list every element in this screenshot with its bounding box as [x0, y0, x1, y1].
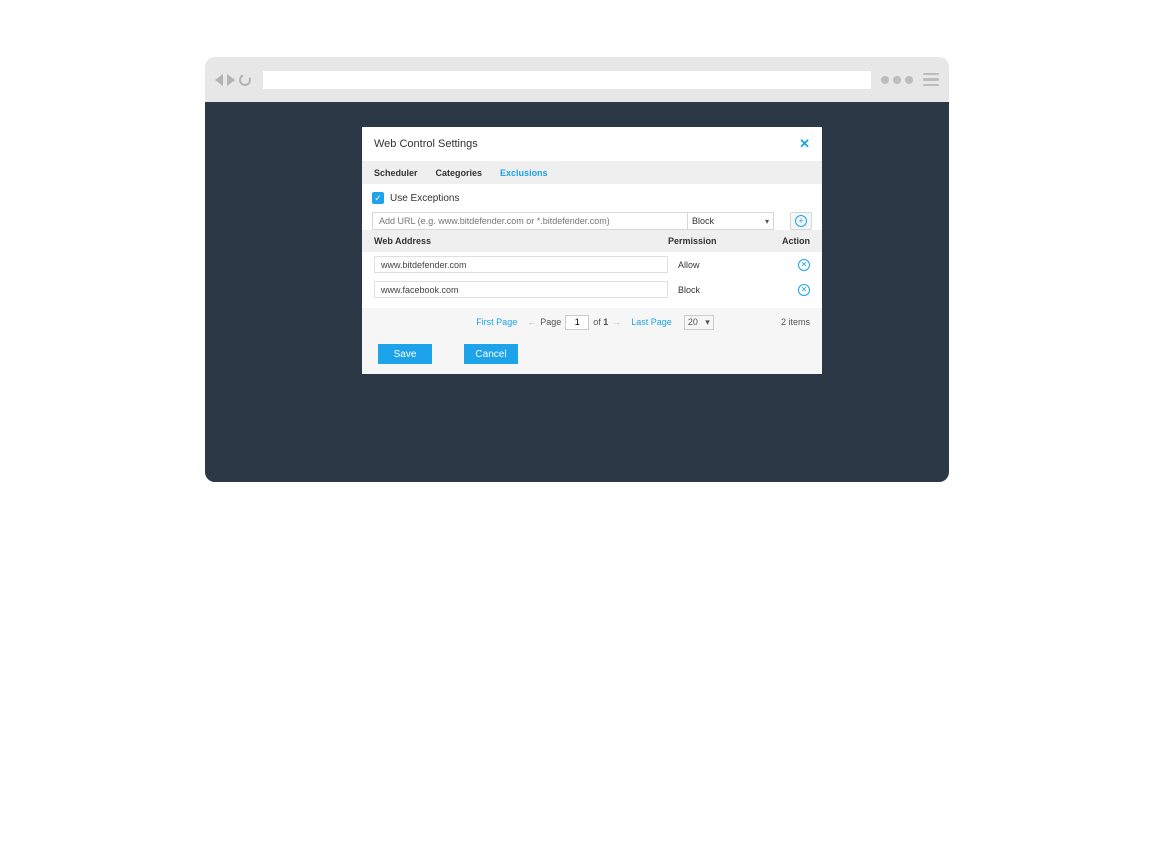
column-header-permission: Permission — [668, 236, 762, 246]
close-icon[interactable]: ✕ — [799, 136, 810, 152]
tab-categories[interactable]: Categories — [436, 168, 483, 178]
row-address[interactable]: www.facebook.com — [374, 281, 668, 298]
page-number-input[interactable] — [565, 315, 589, 330]
items-count: 2 items — [781, 317, 810, 327]
tab-exclusions[interactable]: Exclusions — [500, 168, 548, 178]
address-bar[interactable] — [263, 71, 871, 89]
window-dot-icon — [893, 76, 901, 84]
use-exceptions-checkbox[interactable]: ✓ — [372, 192, 384, 204]
window-dot-icon — [905, 76, 913, 84]
table-row: www.bitdefender.com Allow ✕ — [362, 252, 822, 277]
menu-icon[interactable] — [923, 73, 939, 87]
per-page-select[interactable]: 20 ▾ — [684, 315, 714, 330]
first-page-link[interactable]: First Page — [476, 317, 517, 327]
row-permission: Allow — [668, 260, 762, 270]
window-controls — [881, 76, 913, 84]
pagination: First Page ← Page of 1 → Last Page 20 ▾ … — [362, 308, 822, 336]
total-pages: 1 — [603, 317, 608, 327]
modal-title: Web Control Settings — [374, 138, 478, 150]
delete-row-icon[interactable]: ✕ — [798, 284, 810, 296]
app-content: Web Control Settings ✕ Scheduler Categor… — [205, 102, 949, 482]
plus-circle-icon: + — [795, 215, 807, 227]
table-row: www.facebook.com Block ✕ — [362, 277, 822, 302]
next-page-icon[interactable]: → — [612, 317, 621, 327]
row-permission: Block — [668, 285, 762, 295]
row-address[interactable]: www.bitdefender.com — [374, 256, 668, 273]
save-button[interactable]: Save — [378, 344, 432, 364]
of-label: of — [593, 317, 601, 327]
modal-tabs: Scheduler Categories Exclusions — [362, 161, 822, 184]
per-page-value: 20 — [688, 317, 698, 327]
browser-frame: Web Control Settings ✕ Scheduler Categor… — [205, 57, 949, 482]
chevron-down-icon: ▾ — [765, 217, 769, 226]
tab-scheduler[interactable]: Scheduler — [374, 168, 418, 178]
forward-icon[interactable] — [227, 74, 235, 86]
use-exceptions-label: Use Exceptions — [390, 193, 459, 204]
column-header-action: Action — [762, 236, 810, 246]
window-dot-icon — [881, 76, 889, 84]
prev-page-icon[interactable]: ← — [527, 317, 536, 327]
chevron-down-icon: ▾ — [705, 317, 710, 328]
column-header-address: Web Address — [374, 236, 668, 246]
permission-select[interactable]: Block ▾ — [688, 212, 774, 230]
page-label: Page — [540, 317, 561, 327]
last-page-link[interactable]: Last Page — [631, 317, 672, 327]
add-url-button[interactable]: + — [790, 212, 812, 230]
reload-icon[interactable] — [237, 72, 252, 87]
back-icon[interactable] — [215, 74, 223, 86]
browser-chrome — [205, 57, 949, 102]
delete-row-icon[interactable]: ✕ — [798, 259, 810, 271]
add-url-input[interactable] — [372, 212, 688, 230]
web-control-settings-modal: Web Control Settings ✕ Scheduler Categor… — [362, 127, 822, 374]
permission-select-value: Block — [692, 216, 714, 226]
cancel-button[interactable]: Cancel — [464, 344, 518, 364]
